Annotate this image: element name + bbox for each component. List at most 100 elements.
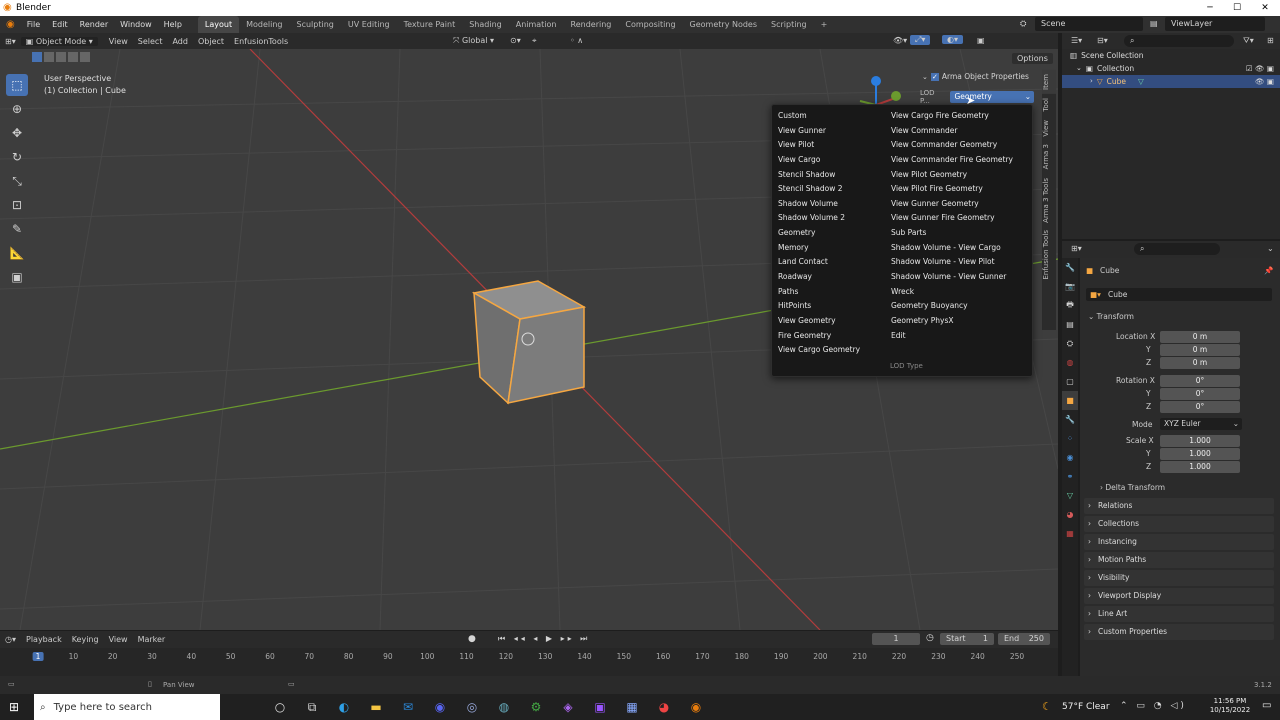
add-workspace-button[interactable]: + — [814, 16, 835, 33]
lod-option[interactable]: Fire Geometry — [778, 329, 860, 344]
lod-option[interactable]: View Pilot Fire Geometry — [891, 182, 1013, 197]
panel-visibility[interactable]: › Visibility — [1084, 570, 1274, 586]
tab-texture-paint[interactable]: Texture Paint — [397, 16, 463, 33]
collection-tab-icon[interactable]: ▢ — [1062, 372, 1078, 391]
scale-z-field[interactable]: 1.000 — [1160, 461, 1240, 473]
modifier-tab-icon[interactable]: 🔧 — [1062, 410, 1078, 429]
cursor-tool-icon[interactable]: ⊕ — [6, 98, 28, 120]
enable-checkbox[interactable]: ✓ — [930, 72, 939, 81]
properties-editor-icon[interactable]: ⊞▾ — [1066, 244, 1087, 253]
tab-compositing[interactable]: Compositing — [618, 16, 682, 33]
move-tool-icon[interactable]: ✥ — [6, 122, 28, 144]
calculator-icon[interactable]: ▦ — [621, 696, 643, 718]
tab-arma3[interactable]: Arma 3 — [1042, 140, 1056, 173]
tab-view[interactable]: View — [1042, 116, 1056, 141]
lod-option[interactable]: Geometry PhysX — [891, 314, 1013, 329]
tab-geometry-nodes[interactable]: Geometry Nodes — [683, 16, 764, 33]
pivot-icon[interactable]: ⊙▾ — [505, 36, 526, 45]
steam-icon[interactable]: ◎ — [461, 696, 483, 718]
collection-toggles[interactable]: ☑ 👁 ▣ — [1246, 62, 1274, 75]
material-tab-icon[interactable]: ◕ — [1062, 505, 1078, 524]
menu-edit[interactable]: Edit — [46, 20, 74, 29]
panel-collections[interactable]: › Collections — [1084, 516, 1274, 532]
file-explorer-icon[interactable]: ▬ — [365, 696, 387, 718]
tab-rendering[interactable]: Rendering — [564, 16, 619, 33]
overlay-toggle-icon[interactable]: ◐▾ — [942, 35, 963, 44]
tab-scripting[interactable]: Scripting — [764, 16, 814, 33]
filter-icon[interactable]: ⛛▾ — [1238, 36, 1259, 46]
lod-option[interactable]: Land Contact — [778, 255, 860, 270]
record-icon[interactable]: ● — [468, 634, 476, 644]
app-icon[interactable]: ◍ — [493, 696, 515, 718]
lod-option[interactable]: View Commander — [891, 124, 1013, 139]
outliner-editor-icon[interactable]: ☰▾ — [1066, 36, 1087, 45]
weather-label[interactable]: 57°F Clear — [1062, 702, 1110, 712]
location-y-field[interactable]: 0 m — [1160, 344, 1240, 356]
location-x-field[interactable]: 0 m — [1160, 331, 1240, 343]
world-tab-icon[interactable]: ◍ — [1062, 353, 1078, 372]
mail-icon[interactable]: ✉ — [397, 696, 419, 718]
orientation-selector[interactable]: ⤧ Global ▾ — [448, 36, 499, 46]
tool-tab-icon[interactable]: 🔧 — [1062, 258, 1078, 277]
menu-marker[interactable]: Marker — [133, 635, 171, 644]
tab-uv-editing[interactable]: UV Editing — [341, 16, 397, 33]
timeline-ruler[interactable]: 1 10 20 30 40 50 60 70 80 90 100 110 120 130 140 150 160… — [0, 648, 1058, 676]
menu-select[interactable]: Select — [133, 37, 168, 46]
tab-animation[interactable]: Animation — [509, 16, 564, 33]
lod-option[interactable]: View Gunner Fire Geometry — [891, 211, 1013, 226]
panel-relations[interactable]: › Relations — [1084, 498, 1274, 514]
expand-arrow-icon[interactable]: ⌄ — [1076, 62, 1082, 75]
current-frame-field[interactable]: 1 — [872, 633, 920, 645]
cube-toggles[interactable]: 👁 ▣ — [1255, 75, 1274, 88]
tab-sculpting[interactable]: Sculpting — [290, 16, 341, 33]
lod-option[interactable]: Paths — [778, 285, 860, 300]
minimize-button[interactable]: ─ — [1197, 0, 1223, 16]
lod-option[interactable]: Shadow Volume 2 — [778, 211, 860, 226]
panel-motion-paths[interactable]: › Motion Paths — [1084, 552, 1274, 568]
menu-timeline-view[interactable]: View — [104, 635, 133, 644]
visibility-icon[interactable]: 👁▾ — [888, 36, 912, 45]
outliner-item-scene-collection[interactable]: ▥ Scene Collection — [1062, 49, 1280, 62]
menu-window[interactable]: Window — [114, 20, 158, 29]
tab-enfusion-tools[interactable]: Enfusion Tools — [1042, 226, 1056, 284]
menu-object[interactable]: Object — [193, 37, 229, 46]
blender-menu-icon[interactable]: ◉ — [0, 19, 21, 30]
outliner-search-input[interactable]: ⌕ — [1124, 35, 1234, 47]
windows-start-icon[interactable]: ⊞ — [9, 700, 19, 714]
blender-taskbar-icon[interactable]: ◉ — [685, 696, 707, 718]
select-tool-icon[interactable]: ⬚ — [6, 74, 28, 96]
menu-keying[interactable]: Keying — [67, 635, 104, 644]
delta-transform-header[interactable]: › Delta Transform — [1100, 483, 1165, 492]
select-intersect-icon[interactable] — [80, 52, 90, 62]
tab-arma3-tools[interactable]: Arma 3 Tools — [1042, 174, 1056, 227]
rotation-y-field[interactable]: 0° — [1160, 388, 1240, 400]
proportional-edit-icon[interactable]: ◦ ∧ — [565, 36, 588, 45]
lod-option[interactable]: View Cargo Fire Geometry — [891, 109, 1013, 124]
lod-option[interactable]: Shadow Volume - View Pilot — [891, 255, 1013, 270]
arma-properties-header[interactable]: ⌄ ✓ Arma Object Properties — [922, 72, 1029, 81]
tab-modeling[interactable]: Modeling — [239, 16, 289, 33]
menu-view[interactable]: View — [104, 37, 133, 46]
discord-icon[interactable]: ◉ — [429, 696, 451, 718]
lod-option[interactable]: Roadway — [778, 270, 860, 285]
edge-icon[interactable]: ◐ — [333, 696, 355, 718]
close-button[interactable]: ✕ — [1252, 0, 1278, 16]
outliner-item-collection[interactable]: ⌄ ▣ Collection ☑ 👁 ▣ — [1062, 62, 1280, 75]
lod-option[interactable]: View Cargo — [778, 153, 860, 168]
panel-instancing[interactable]: › Instancing — [1084, 534, 1274, 550]
output-tab-icon[interactable]: 🖶 — [1062, 296, 1078, 315]
tray-icons[interactable]: ⌃ ▭ ◔ ◁) — [1120, 701, 1187, 711]
data-tab-icon[interactable]: ▽ — [1062, 486, 1078, 505]
select-invert-icon[interactable] — [68, 52, 78, 62]
add-cube-tool-icon[interactable]: ▣ — [6, 266, 28, 288]
maximize-button[interactable]: ☐ — [1224, 0, 1250, 16]
menu-enfusiontools[interactable]: EnfusionTools — [229, 37, 293, 46]
expand-arrow-icon[interactable]: › — [1090, 75, 1093, 88]
lod-option[interactable]: Stencil Shadow 2 — [778, 182, 860, 197]
lod-option[interactable]: View Cargo Geometry — [778, 343, 860, 358]
lod-option[interactable]: Geometry — [778, 226, 860, 241]
panel-custom-properties[interactable]: › Custom Properties — [1084, 624, 1274, 640]
scale-x-field[interactable]: 1.000 — [1160, 435, 1240, 447]
texture-tab-icon[interactable]: ▦ — [1062, 524, 1078, 543]
twitch-icon[interactable]: ▣ — [589, 696, 611, 718]
